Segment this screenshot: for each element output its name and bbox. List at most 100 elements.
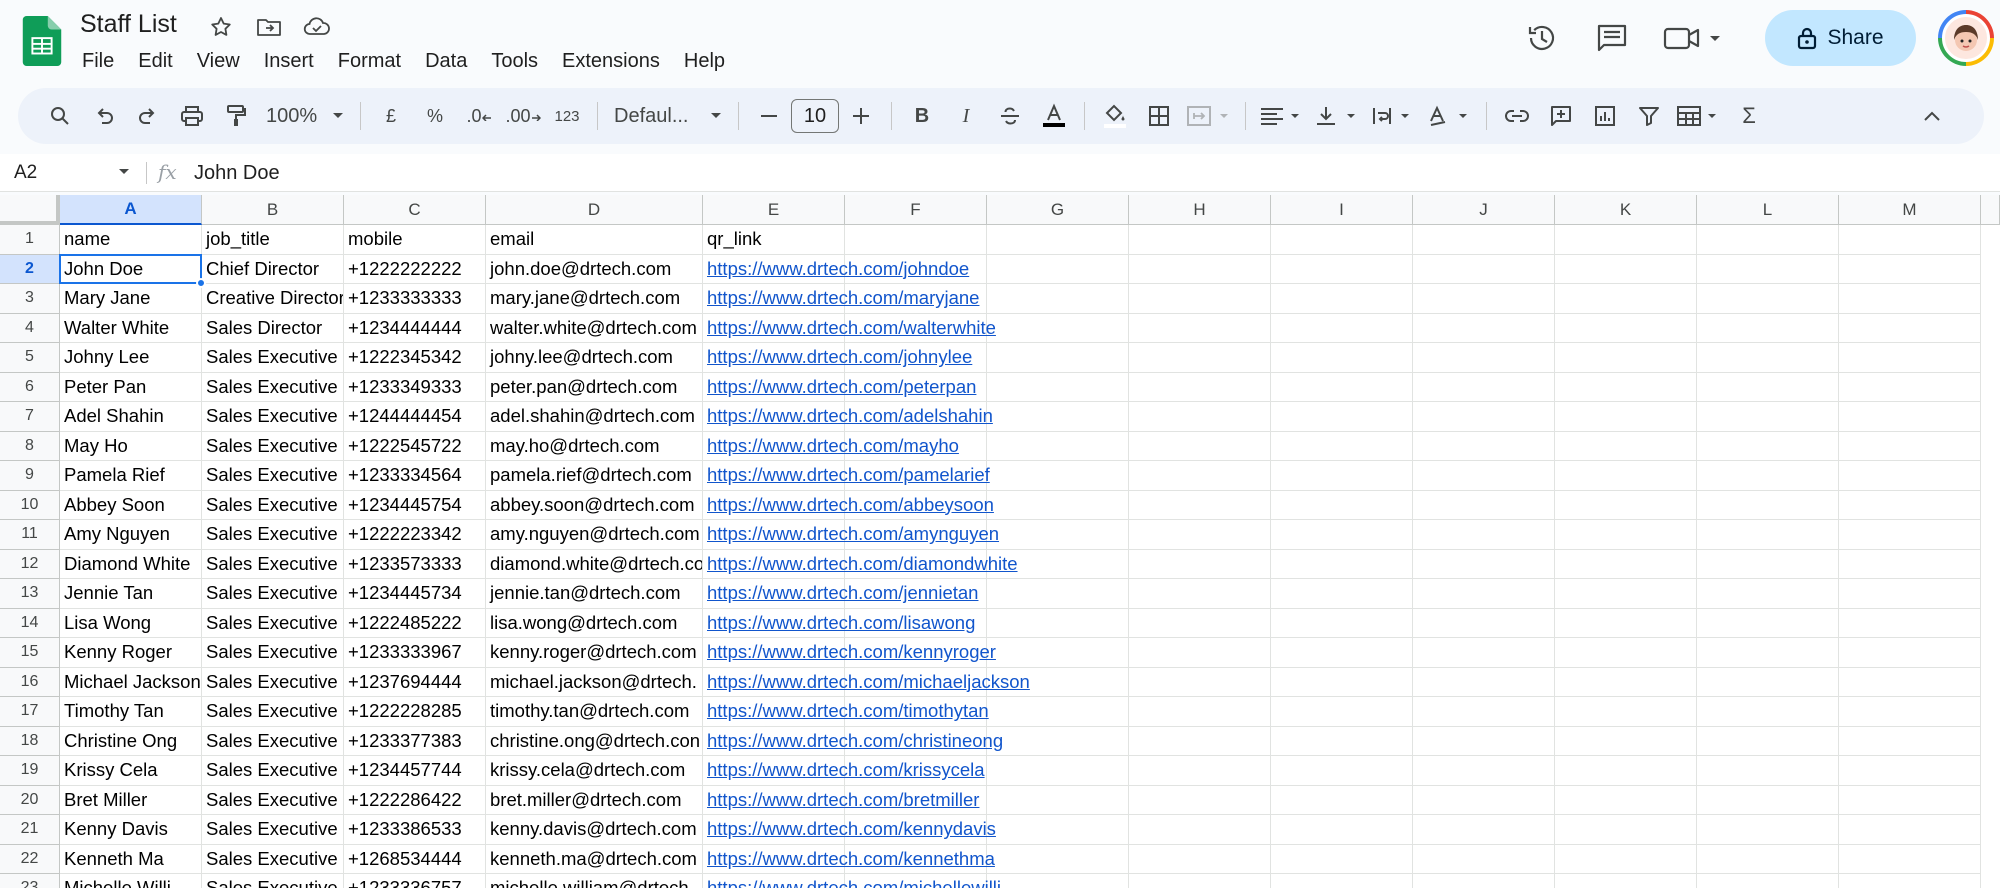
cell-l16[interactable] <box>1697 667 1839 697</box>
cell-a1[interactable]: name <box>60 225 202 255</box>
row-header-3[interactable]: 3 <box>0 284 60 314</box>
cell-k4[interactable] <box>1555 313 1697 343</box>
cell-g5[interactable] <box>987 343 1129 373</box>
cell-m20[interactable] <box>1839 785 1981 815</box>
cell-e10[interactable]: https://www.drtech.com/abbeysoon <box>703 490 994 520</box>
cell-g6[interactable] <box>987 372 1129 402</box>
cell-e17[interactable]: https://www.drtech.com/timothytan <box>703 697 989 727</box>
cell-e18[interactable]: https://www.drtech.com/christineong <box>703 726 1003 756</box>
menu-edit[interactable]: Edit <box>126 46 184 77</box>
cell-i5[interactable] <box>1271 343 1413 373</box>
cell-c13[interactable]: +1234445734 <box>344 579 486 609</box>
fill-handle[interactable] <box>196 278 206 288</box>
cell-i18[interactable] <box>1271 726 1413 756</box>
row-header-7[interactable]: 7 <box>0 402 60 432</box>
cell-c8[interactable]: +1222545722 <box>344 431 486 461</box>
cell-e19[interactable]: https://www.drtech.com/krissycela <box>703 756 985 786</box>
cell-j11[interactable] <box>1413 520 1555 550</box>
cell-c7[interactable]: +1244444454 <box>344 402 486 432</box>
cell-a20[interactable]: Bret Miller <box>60 785 202 815</box>
share-button[interactable]: Share <box>1765 9 1916 66</box>
cell-d2[interactable]: john.doe@drtech.com <box>486 254 703 284</box>
cell-k20[interactable] <box>1555 785 1697 815</box>
cell-d4[interactable]: walter.white@drtech.com <box>486 313 703 343</box>
cell-h11[interactable] <box>1129 520 1271 550</box>
cell-h10[interactable] <box>1129 490 1271 520</box>
cell-j10[interactable] <box>1413 490 1555 520</box>
menu-tools[interactable]: Tools <box>479 46 550 77</box>
column-header-c[interactable]: C <box>344 195 486 225</box>
cell-k21[interactable] <box>1555 815 1697 845</box>
cell-i17[interactable] <box>1271 697 1413 727</box>
cell-i7[interactable] <box>1271 402 1413 432</box>
cell-e12[interactable]: https://www.drtech.com/diamondwhite <box>703 549 1018 579</box>
cell-e5[interactable]: https://www.drtech.com/johnylee <box>703 343 972 373</box>
cell-k8[interactable] <box>1555 431 1697 461</box>
cell-e6[interactable]: https://www.drtech.com/peterpan <box>703 372 976 402</box>
cell-e1[interactable]: qr_link <box>703 225 845 255</box>
name-box[interactable]: A2 <box>0 154 140 192</box>
cell-l8[interactable] <box>1697 431 1839 461</box>
cell-b8[interactable]: Sales Executive <box>202 431 344 461</box>
cell-g8[interactable] <box>987 431 1129 461</box>
row-header-9[interactable]: 9 <box>0 461 60 491</box>
column-header-a[interactable]: A <box>60 195 202 225</box>
row-header-21[interactable]: 21 <box>0 815 60 845</box>
cell-h4[interactable] <box>1129 313 1271 343</box>
cell-m13[interactable] <box>1839 579 1981 609</box>
cell-e11[interactable]: https://www.drtech.com/amynguyen <box>703 520 999 550</box>
cell-g20[interactable] <box>987 785 1129 815</box>
column-header-m[interactable]: M <box>1839 195 1981 225</box>
cell-d15[interactable]: kenny.roger@drtech.com <box>486 638 703 668</box>
cell-a23[interactable]: Michelle Willi <box>60 874 202 888</box>
cell-g18[interactable] <box>987 726 1129 756</box>
cell-h16[interactable] <box>1129 667 1271 697</box>
cell-k15[interactable] <box>1555 638 1697 668</box>
cell-d10[interactable]: abbey.soon@drtech.com <box>486 490 703 520</box>
cell-m4[interactable] <box>1839 313 1981 343</box>
cell-b13[interactable]: Sales Executive <box>202 579 344 609</box>
cell-g2[interactable] <box>987 254 1129 284</box>
column-header-f[interactable]: F <box>845 195 987 225</box>
cell-j6[interactable] <box>1413 372 1555 402</box>
cell-g17[interactable] <box>987 697 1129 727</box>
cell-g13[interactable] <box>987 579 1129 609</box>
cell-b15[interactable]: Sales Executive <box>202 638 344 668</box>
row-header-6[interactable]: 6 <box>0 372 60 402</box>
cell-e15[interactable]: https://www.drtech.com/kennyroger <box>703 638 996 668</box>
cell-g15[interactable] <box>987 638 1129 668</box>
formula-input[interactable]: John Doe <box>194 162 280 185</box>
cell-i4[interactable] <box>1271 313 1413 343</box>
cell-c14[interactable]: +1222485222 <box>344 608 486 638</box>
cell-h7[interactable] <box>1129 402 1271 432</box>
row-header-18[interactable]: 18 <box>0 726 60 756</box>
cell-c12[interactable]: +1233573333 <box>344 549 486 579</box>
cell-c9[interactable]: +1233334564 <box>344 461 486 491</box>
cell-c20[interactable]: +1222286422 <box>344 785 486 815</box>
cell-d11[interactable]: amy.nguyen@drtech.com <box>486 520 703 550</box>
cell-j1[interactable] <box>1413 225 1555 255</box>
cell-b9[interactable]: Sales Executive <box>202 461 344 491</box>
increase-font-size-icon[interactable] <box>841 96 881 136</box>
cell-c19[interactable]: +1234457744 <box>344 756 486 786</box>
cell-j20[interactable] <box>1413 785 1555 815</box>
cell-e7[interactable]: https://www.drtech.com/adelshahin <box>703 402 993 432</box>
column-header-h[interactable]: H <box>1129 195 1271 225</box>
cell-k14[interactable] <box>1555 608 1697 638</box>
cell-b10[interactable]: Sales Executive <box>202 490 344 520</box>
insert-chart-icon[interactable] <box>1585 96 1625 136</box>
cell-m9[interactable] <box>1839 461 1981 491</box>
cell-h22[interactable] <box>1129 844 1271 874</box>
row-header-10[interactable]: 10 <box>0 490 60 520</box>
bold-icon[interactable]: B <box>902 96 942 136</box>
cell-k9[interactable] <box>1555 461 1697 491</box>
column-header-g[interactable]: G <box>987 195 1129 225</box>
cell-a5[interactable]: Johny Lee <box>60 343 202 373</box>
cell-b5[interactable]: Sales Executive <box>202 343 344 373</box>
cell-c5[interactable]: +1222345342 <box>344 343 486 373</box>
column-header-e[interactable]: E <box>703 195 845 225</box>
cell-j2[interactable] <box>1413 254 1555 284</box>
cell-l4[interactable] <box>1697 313 1839 343</box>
cell-g4[interactable] <box>987 313 1129 343</box>
cell-g22[interactable] <box>987 844 1129 874</box>
